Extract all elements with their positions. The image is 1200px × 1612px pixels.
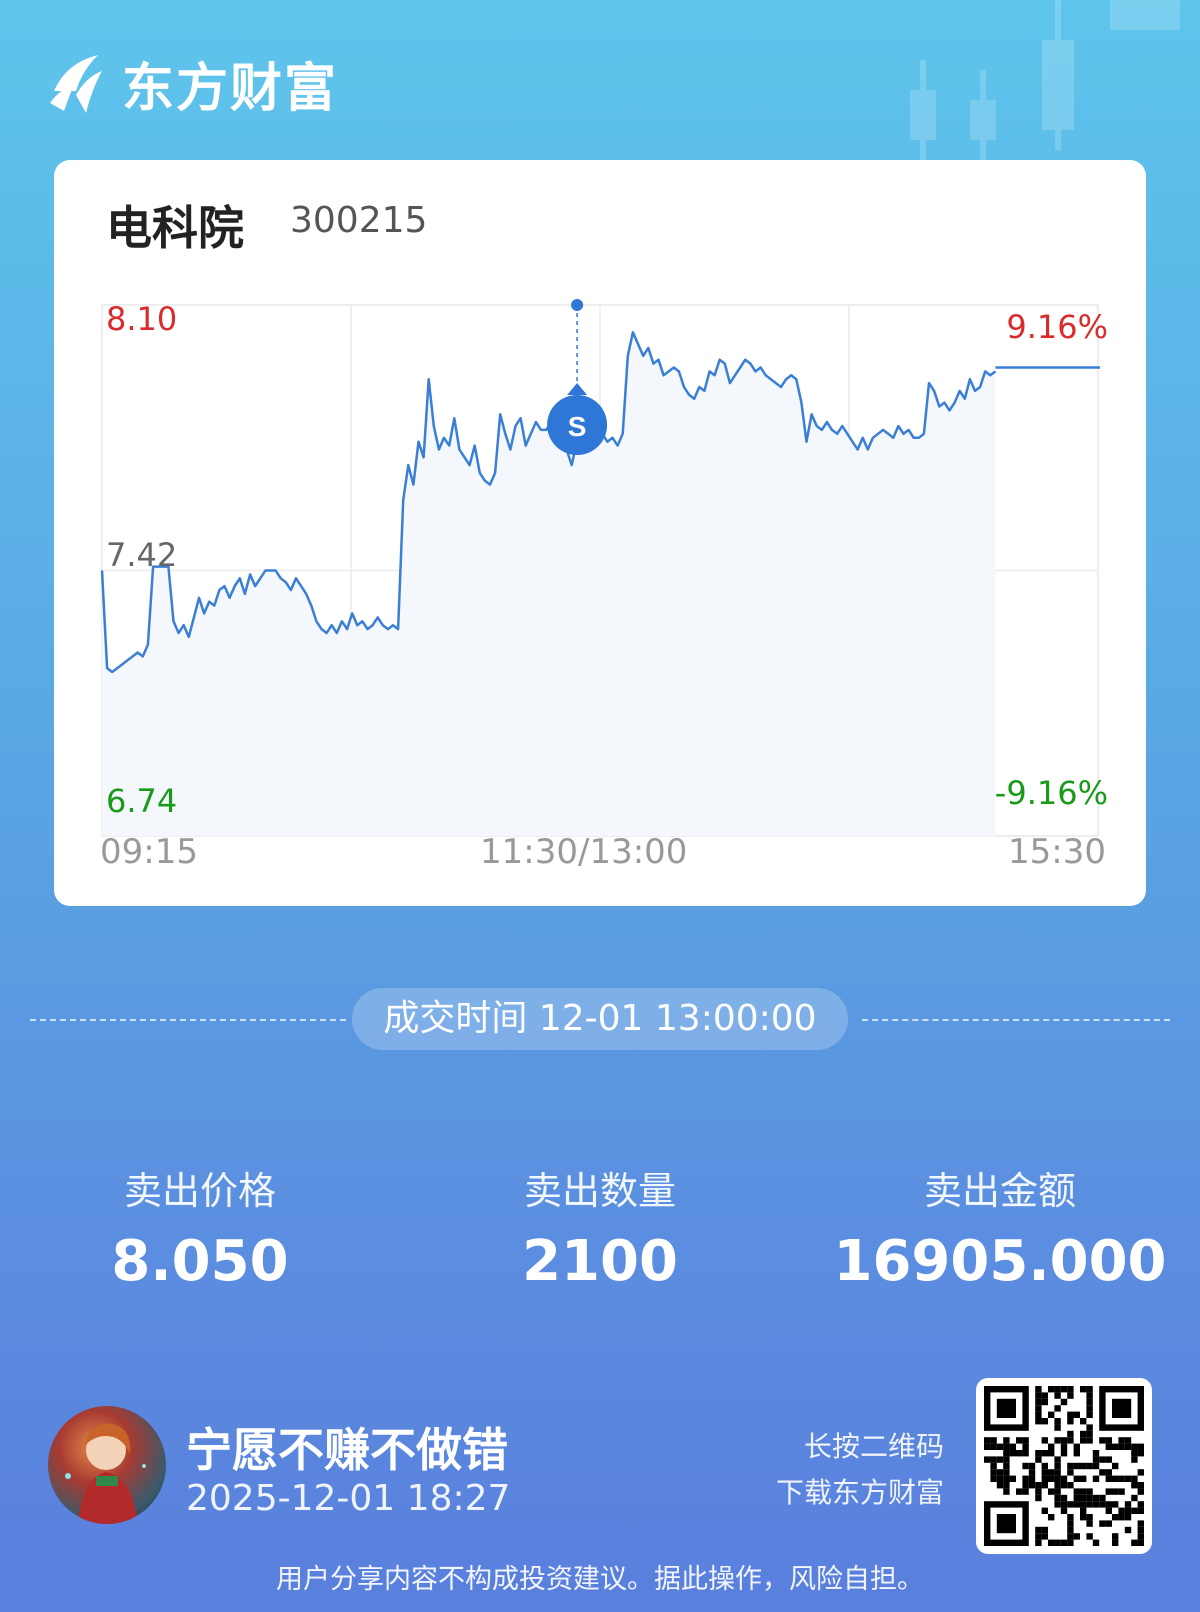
sell-marker-pointer bbox=[567, 383, 588, 395]
stat-sell-price: 卖出价格 8.050 bbox=[30, 1160, 370, 1294]
qr-hint-line1: 长按二维码 bbox=[803, 1430, 944, 1463]
brand-logo-icon bbox=[50, 54, 102, 113]
qr-code-icon bbox=[984, 1386, 1144, 1546]
x-label-close: 15:30 bbox=[1008, 832, 1106, 872]
intraday-price-chart: S bbox=[100, 299, 1100, 837]
x-label-open: 09:15 bbox=[100, 832, 198, 872]
post-time: 2025-12-01 18:27 bbox=[186, 1478, 511, 1519]
stat-label: 卖出价格 bbox=[123, 1169, 276, 1213]
x-label-midday: 11:30/13:00 bbox=[480, 832, 688, 872]
stat-label: 卖出数量 bbox=[523, 1169, 676, 1213]
brand-logo: 东方财富 bbox=[46, 46, 338, 121]
stat-value: 8.050 bbox=[111, 1229, 289, 1294]
y-label-low: 6.74 bbox=[106, 782, 178, 820]
y-label-pct-high: 9.16% bbox=[1006, 308, 1108, 346]
qr-code[interactable] bbox=[976, 1378, 1152, 1554]
brand-name: 东方财富 bbox=[122, 59, 339, 119]
avatar-figure-icon bbox=[65, 1423, 146, 1524]
y-label-high: 8.10 bbox=[106, 300, 178, 338]
stat-sell-quantity: 卖出数量 2100 bbox=[430, 1160, 770, 1294]
sell-marker-label: S bbox=[568, 411, 587, 442]
chart-card: 电科院 300215 S 8.10 7.42 6.74 9.16% -9.16%… bbox=[54, 160, 1146, 906]
background-candles-decoration bbox=[910, 0, 1180, 160]
user-avatar[interactable] bbox=[48, 1406, 166, 1524]
qr-hint-line2: 下载东方财富 bbox=[775, 1476, 944, 1509]
stat-value: 16905.000 bbox=[833, 1229, 1167, 1294]
divider-right bbox=[862, 1019, 1170, 1021]
y-label-pct-low: -9.16% bbox=[994, 774, 1108, 812]
stat-value: 2100 bbox=[522, 1229, 678, 1294]
user-nickname[interactable]: 宁愿不赚不做错 bbox=[186, 1414, 508, 1480]
trade-time-pill: 成交时间 12-01 13:00:00 bbox=[352, 988, 848, 1050]
disclaimer: 用户分享内容不构成投资建议。据此操作，风险自担。 bbox=[276, 1564, 924, 1595]
y-label-mid: 7.42 bbox=[106, 536, 178, 574]
qr-hint: 长按二维码 下载东方财富 bbox=[776, 1424, 944, 1516]
stat-label: 卖出金额 bbox=[923, 1169, 1076, 1213]
divider-left bbox=[30, 1019, 346, 1021]
stat-sell-amount: 卖出金额 16905.000 bbox=[830, 1160, 1170, 1294]
